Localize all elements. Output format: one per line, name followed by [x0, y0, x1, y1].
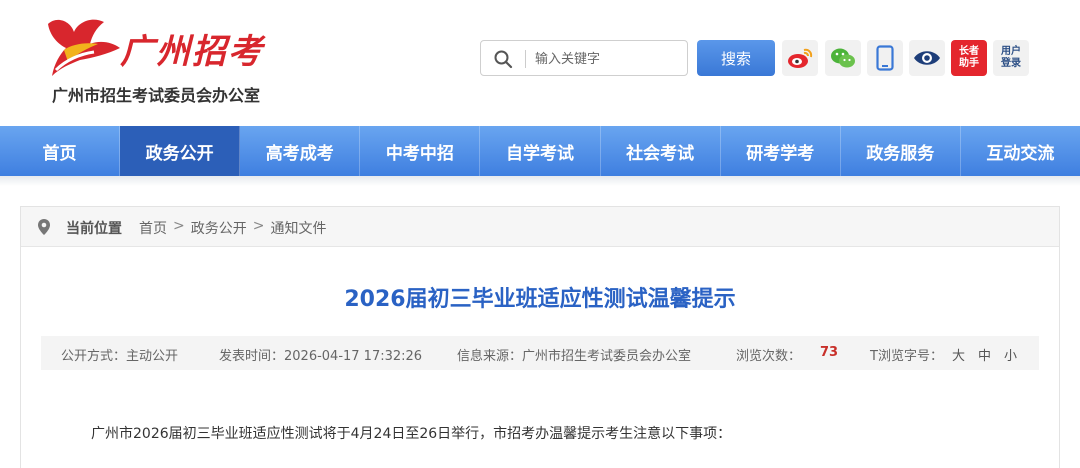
nav-government-affairs[interactable]: 政务公开 [120, 126, 241, 176]
search-box [480, 40, 688, 76]
kapok-flower-icon [48, 19, 120, 76]
font-size-large[interactable]: 大 [952, 345, 965, 364]
site-header: 广州招考 广州市招生考试委员会办公室 搜索 [0, 0, 1080, 125]
breadcrumb-link-home[interactable]: 首页 [139, 218, 167, 238]
font-size-medium[interactable]: 中 [978, 345, 991, 364]
nav-gaokao[interactable]: 高考成考 [240, 126, 361, 176]
breadcrumb: 当前位置 首页 > 政务公开 > 通知文件 [21, 207, 1059, 247]
search-button[interactable]: 搜索 [697, 40, 775, 76]
breadcrumb-separator: > [252, 218, 265, 234]
user-login-button[interactable]: 用户 登录 [993, 40, 1029, 76]
org-name: 广州市招生考试委员会办公室 [52, 86, 261, 105]
breadcrumb-link-notices[interactable]: 通知文件 [270, 218, 326, 238]
weibo-icon [788, 48, 813, 68]
nav-shadow [0, 176, 1080, 186]
wechat-link[interactable] [825, 40, 861, 76]
search-input[interactable] [535, 47, 681, 71]
user-login-icon: 用户 [1001, 46, 1021, 57]
font-size-small[interactable]: 小 [1004, 345, 1017, 364]
elder-helper-button[interactable]: 长者 助手 [951, 40, 987, 76]
breadcrumb-label: 当前位置 [66, 221, 122, 237]
article-meta-bar: 公开方式：主动公开 发表时间：2026-04-17 17:32:26 信息来源：… [41, 336, 1039, 370]
nav-zhongkao[interactable]: 中考中招 [360, 126, 481, 176]
elder-helper-label: 助手 [959, 58, 979, 69]
site-logo[interactable]: 广州招考 广州市招生考试委员会办公室 [42, 14, 282, 105]
breadcrumb-path: 首页 > 政务公开 > 通知文件 [139, 218, 326, 238]
article-panel: 当前位置 首页 > 政务公开 > 通知文件 2026届初三毕业班适应性测试温馨提… [20, 206, 1060, 468]
elder-helper-icon: 长者 [959, 46, 979, 57]
publish-time: 发表时间：2026-04-17 17:32:26 [219, 349, 423, 364]
logo-wordmark: 广州招考 [120, 32, 264, 72]
nav-social-exams[interactable]: 社会考试 [601, 126, 721, 176]
font-size-label: T浏览字号： [870, 349, 943, 364]
mobile-link[interactable] [867, 40, 903, 76]
views-count: 73 [820, 345, 839, 360]
search-divider [525, 50, 526, 68]
nav-self-study-exam[interactable]: 自学考试 [480, 126, 601, 176]
search-icon[interactable] [493, 49, 513, 69]
nav-home[interactable]: 首页 [0, 126, 121, 176]
nav-interaction[interactable]: 互动交流 [961, 126, 1080, 176]
nav-gov-services[interactable]: 政务服务 [841, 126, 961, 176]
wechat-icon [831, 48, 855, 68]
user-login-label: 登录 [1001, 58, 1021, 69]
breadcrumb-link-government-affairs[interactable]: 政务公开 [191, 218, 247, 238]
breadcrumb-separator: > [173, 218, 185, 234]
main-nav: 首页 政务公开 高考成考 中考中招 自学考试 社会考试 研考学考 政务服务 互动… [0, 126, 1080, 176]
article-title: 2026届初三毕业班适应性测试温馨提示 [344, 287, 736, 312]
eye-icon [914, 51, 940, 65]
nav-postgrad-exams[interactable]: 研考学考 [721, 126, 841, 176]
weibo-link[interactable] [782, 40, 818, 76]
info-source: 信息来源：广州市招生考试委员会办公室 [457, 349, 692, 364]
accessibility-link[interactable] [909, 40, 945, 76]
views-label: 浏览次数： [736, 349, 802, 364]
disclosure-method: 公开方式：主动公开 [61, 349, 179, 364]
mobile-icon [876, 45, 894, 71]
article-paragraph: 广州市2026届初三毕业班适应性测试将于4月24日至26日举行，市招考办温馨提示… [91, 426, 732, 442]
location-pin-icon [38, 219, 50, 235]
